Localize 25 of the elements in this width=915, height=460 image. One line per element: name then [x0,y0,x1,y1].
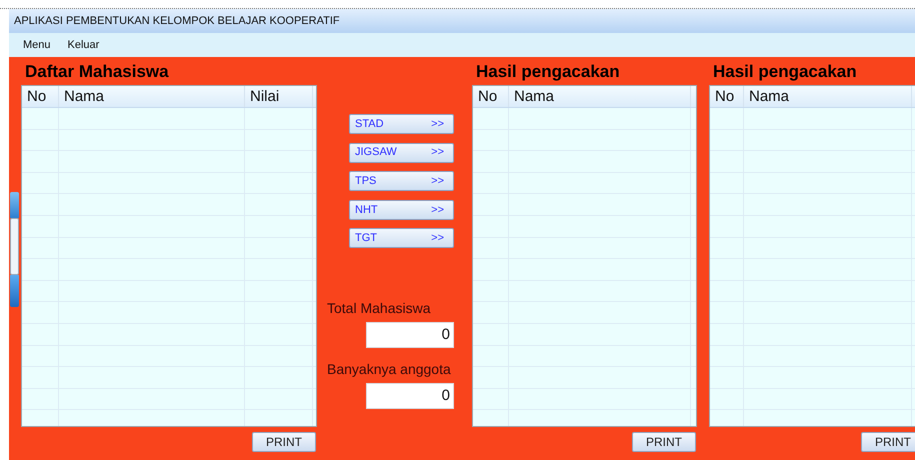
method-button[interactable]: NHT >> [349,200,454,220]
column-header[interactable]: No [22,86,59,107]
method-button[interactable]: JIGSAW >> [349,142,454,163]
panel-title: Daftar Mahasiswa [24,61,170,83]
column-header[interactable]: Nama [59,86,245,107]
field-label: Banyaknya anggota [327,360,451,379]
column-header[interactable]: No [473,86,509,107]
panel-title: Hasil pengacakan [712,61,858,83]
print-button[interactable]: PRINT [632,432,696,452]
column-header[interactable]: Nilai [245,86,313,107]
menu-item[interactable]: Keluar [68,36,100,54]
column-header[interactable]: No [710,86,744,107]
total-field[interactable]: 0 [366,322,454,348]
panel-title: Hasil pengacakan [475,61,621,83]
print-button[interactable]: PRINT [252,432,316,452]
menu-item[interactable]: Menu [23,36,51,54]
members-field[interactable]: 0 [366,382,454,409]
column-header[interactable]: Nama [744,86,912,107]
method-button[interactable]: TGT >> [349,228,454,248]
window-title: APLIKASI PEMBENTUKAN KELOMPOK BELAJAR KOOPERATIF [14,14,340,29]
field-label: Total Mahasiswa [327,298,430,318]
method-button[interactable]: STAD >> [349,114,454,134]
print-button[interactable]: PRINT [861,432,915,452]
method-button[interactable]: TPS >> [349,171,454,192]
column-header[interactable]: Nama [509,86,691,107]
